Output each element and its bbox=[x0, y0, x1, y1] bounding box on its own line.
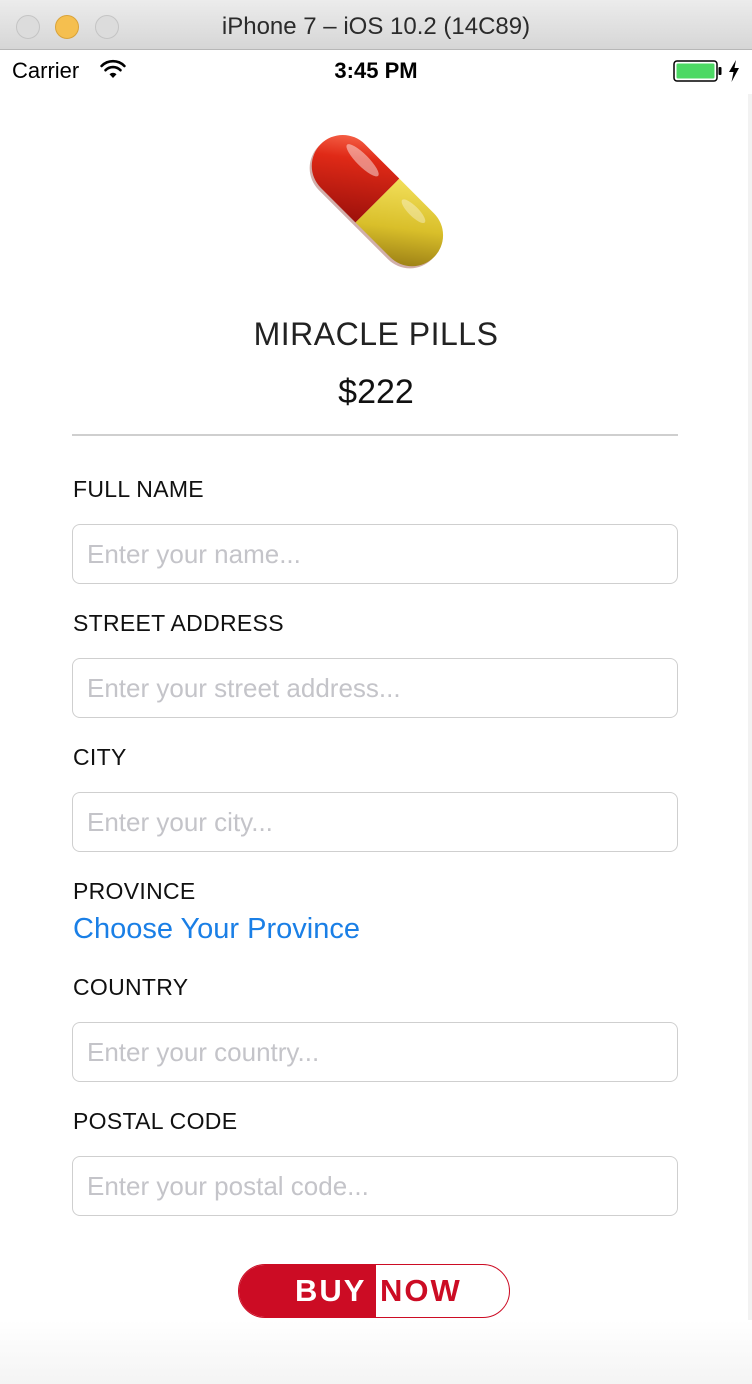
buy-now-button[interactable]: BUY NOW bbox=[238, 1264, 510, 1318]
city-label: CITY bbox=[73, 744, 127, 770]
simulator-title-bar: iPhone 7 – iOS 10.2 (14C89) bbox=[0, 0, 752, 50]
street-address-label: STREET ADDRESS bbox=[73, 610, 284, 636]
choose-province-button[interactable]: Choose Your Province bbox=[73, 913, 360, 946]
postal-code-label: POSTAL CODE bbox=[73, 1108, 238, 1134]
status-time: 3:45 PM bbox=[334, 58, 418, 83]
country-field[interactable] bbox=[72, 1022, 678, 1082]
postal-code-field[interactable] bbox=[72, 1156, 678, 1216]
charging-bolt-icon bbox=[729, 60, 739, 82]
header-divider bbox=[72, 434, 678, 436]
pill-icon bbox=[309, 134, 444, 269]
city-field[interactable] bbox=[72, 792, 678, 852]
window-edge bbox=[748, 94, 752, 1384]
status-bar: Carrier 3:45 PM bbox=[0, 50, 752, 94]
buy-now-button-right-label: NOW bbox=[380, 1273, 462, 1308]
product-price: $222 bbox=[338, 373, 414, 411]
product-name: MIRACLE PILLS bbox=[253, 316, 499, 352]
window-title: iPhone 7 – iOS 10.2 (14C89) bbox=[221, 13, 531, 40]
battery-icon bbox=[673, 60, 722, 82]
bottom-fade bbox=[0, 1320, 752, 1384]
full-name-field[interactable] bbox=[72, 524, 678, 584]
buy-now-button-left-label: BUY bbox=[239, 1265, 376, 1317]
street-address-field[interactable] bbox=[72, 658, 678, 718]
country-label: COUNTRY bbox=[73, 974, 189, 1000]
province-label: PROVINCE bbox=[73, 878, 196, 904]
full-name-label: FULL NAME bbox=[73, 476, 204, 502]
